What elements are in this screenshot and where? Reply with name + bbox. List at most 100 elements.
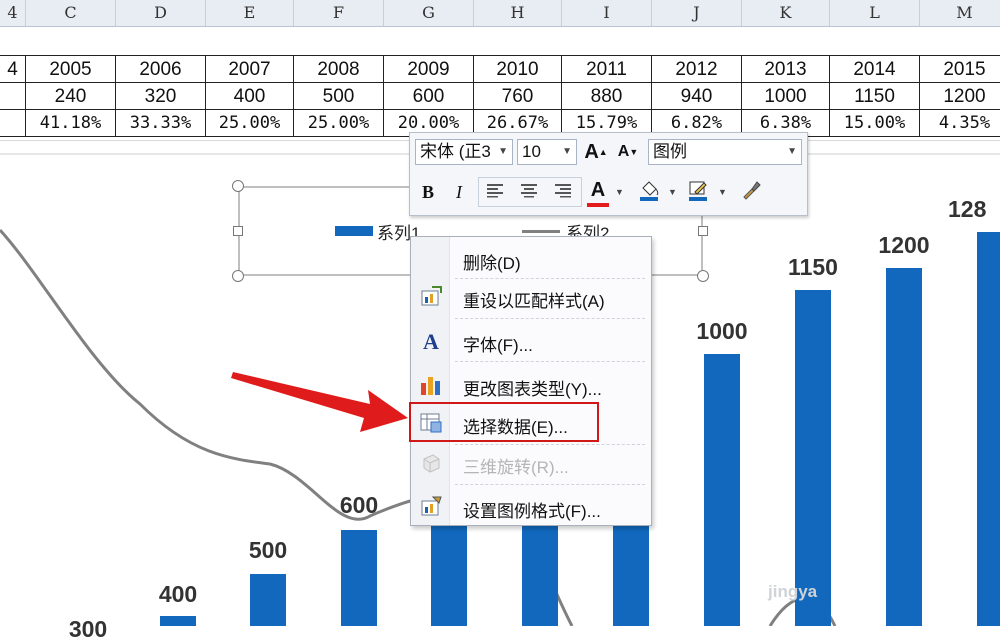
bar[interactable] [613, 524, 649, 626]
table-cell-year[interactable]: 2005 [26, 56, 116, 83]
table-cell-year[interactable]: 2006 [116, 56, 206, 83]
table-cell-year[interactable]: 2013 [742, 56, 830, 83]
table-cell-value[interactable]: 880 [562, 83, 652, 110]
bar[interactable] [886, 268, 922, 626]
table-cell-year[interactable]: 2007 [206, 56, 294, 83]
menu-item-label: 字体(F)... [463, 336, 533, 355]
3d-rotation-icon [423, 454, 440, 473]
menu-item-label: 重设以匹配样式(A) [463, 292, 605, 311]
chevron-down-icon[interactable]: ▼ [668, 187, 677, 197]
font-name-value: 宋体 (正3 [420, 142, 491, 161]
font-size-select[interactable]: 10 ▼ [517, 139, 577, 165]
bar[interactable] [795, 290, 831, 626]
outline-color-button[interactable] [685, 179, 711, 205]
menu-item-reset-style[interactable]: 重设以匹配样式(A) [411, 281, 651, 313]
table-cell-value[interactable]: 940 [652, 83, 742, 110]
bold-button[interactable]: B [415, 179, 441, 205]
chevron-down-icon[interactable]: ▼ [718, 187, 727, 197]
column-header-f[interactable]: F [294, 0, 384, 26]
align-right-button[interactable] [550, 179, 576, 205]
table-cell-year[interactable]: 2011 [562, 56, 652, 83]
resize-handle[interactable] [232, 270, 244, 282]
table-cell-year[interactable]: 2009 [384, 56, 474, 83]
column-header-g[interactable]: G [384, 0, 474, 26]
bar-data-label: 128 [948, 196, 987, 222]
bar[interactable] [250, 574, 286, 626]
shrink-font-button[interactable]: A▼ [615, 139, 641, 165]
font-name-select[interactable]: 宋体 (正3 ▼ [415, 139, 513, 165]
menu-item-change-chart-type[interactable]: 更改图表类型(Y)... [411, 369, 651, 401]
column-header-bar: 4 C D E F G H I J K L M [0, 0, 1000, 27]
bar[interactable] [522, 524, 558, 626]
column-header-l[interactable]: L [830, 0, 920, 26]
table-cell-percent[interactable]: 15.00% [830, 110, 920, 137]
table-cell[interactable]: 4 [0, 56, 26, 83]
table-cell-year[interactable]: 2014 [830, 56, 920, 83]
table-cell-value[interactable]: 240 [26, 83, 116, 110]
annotation-arrow-icon [231, 372, 408, 432]
table-cell-percent[interactable]: 25.00% [294, 110, 384, 137]
table-cell[interactable] [0, 83, 26, 110]
table-cell-percent[interactable]: 4.35% [920, 110, 1000, 137]
reset-style-icon [421, 286, 442, 306]
legend-key-series2 [522, 230, 560, 233]
bar[interactable] [704, 354, 740, 626]
chart-element-select[interactable]: 图例 ▼ [648, 139, 802, 165]
bar-data-label: 600 [339, 492, 379, 518]
resize-handle[interactable] [697, 270, 709, 282]
resize-handle[interactable] [232, 180, 244, 192]
bar-data-label: 1000 [696, 318, 748, 344]
bar[interactable] [977, 232, 1000, 626]
mini-toolbar: 宋体 (正3 ▼ 10 ▼ A▲ A▼ 图例 ▼ B I A ▼ ▼ ▼ [409, 132, 808, 216]
fill-color-button[interactable] [636, 179, 662, 205]
table-cell-year[interactable]: 2010 [474, 56, 562, 83]
bar[interactable] [160, 616, 196, 626]
column-header-c[interactable]: C [26, 0, 116, 26]
menu-item-label: 设置图例格式(F)... [463, 502, 601, 521]
column-header-m[interactable]: M [920, 0, 1000, 26]
table-cell-percent[interactable]: 41.18% [26, 110, 116, 137]
column-header-h[interactable]: H [474, 0, 562, 26]
format-painter-button[interactable] [738, 179, 764, 205]
bar[interactable] [341, 530, 377, 626]
table-cell-year[interactable]: 2015 [920, 56, 1000, 83]
table-cell-percent[interactable]: 33.33% [116, 110, 206, 137]
column-header-i[interactable]: I [562, 0, 652, 26]
column-header-k[interactable]: K [742, 0, 830, 26]
resize-handle[interactable] [698, 226, 708, 236]
resize-handle[interactable] [233, 226, 243, 236]
bar-data-label: 400 [158, 581, 198, 607]
table-cell-year[interactable]: 2012 [652, 56, 742, 83]
align-left-button[interactable] [482, 179, 508, 205]
pen-outline-icon [689, 181, 707, 201]
menu-item-3d-rotation[interactable]: 三维旋转(R)... [411, 447, 651, 479]
chevron-down-icon[interactable]: ▼ [615, 187, 624, 197]
table-cell-value[interactable]: 400 [206, 83, 294, 110]
bar-data-label: 500 [248, 537, 288, 563]
column-header-d[interactable]: D [116, 0, 206, 26]
table-cell-value[interactable]: 1200 [920, 83, 1000, 110]
table-cell[interactable] [0, 110, 26, 137]
align-right-icon [555, 184, 571, 198]
italic-button[interactable]: I [446, 179, 472, 205]
menu-item-format-legend[interactable]: 设置图例格式(F)... [411, 491, 651, 523]
grow-font-button[interactable]: A▲ [583, 139, 609, 165]
menu-item-delete[interactable]: 删除(D) [411, 243, 651, 275]
table-cell-value[interactable]: 500 [294, 83, 384, 110]
chart-element-value: 图例 [653, 142, 687, 161]
table-cell-year[interactable]: 2008 [294, 56, 384, 83]
table-cell-value[interactable]: 600 [384, 83, 474, 110]
column-header-e[interactable]: E [206, 0, 294, 26]
bar[interactable] [431, 524, 467, 626]
column-header-j[interactable]: J [652, 0, 742, 26]
column-header-partial[interactable]: 4 [0, 0, 26, 26]
font-color-button[interactable]: A [585, 177, 611, 203]
table-cell-value[interactable]: 1000 [742, 83, 830, 110]
format-legend-icon [421, 496, 442, 516]
menu-item-font[interactable]: A 字体(F)... [411, 325, 651, 357]
table-cell-value[interactable]: 320 [116, 83, 206, 110]
align-center-button[interactable] [516, 179, 542, 205]
table-cell-percent[interactable]: 25.00% [206, 110, 294, 137]
table-cell-value[interactable]: 1150 [830, 83, 920, 110]
table-cell-value[interactable]: 760 [474, 83, 562, 110]
